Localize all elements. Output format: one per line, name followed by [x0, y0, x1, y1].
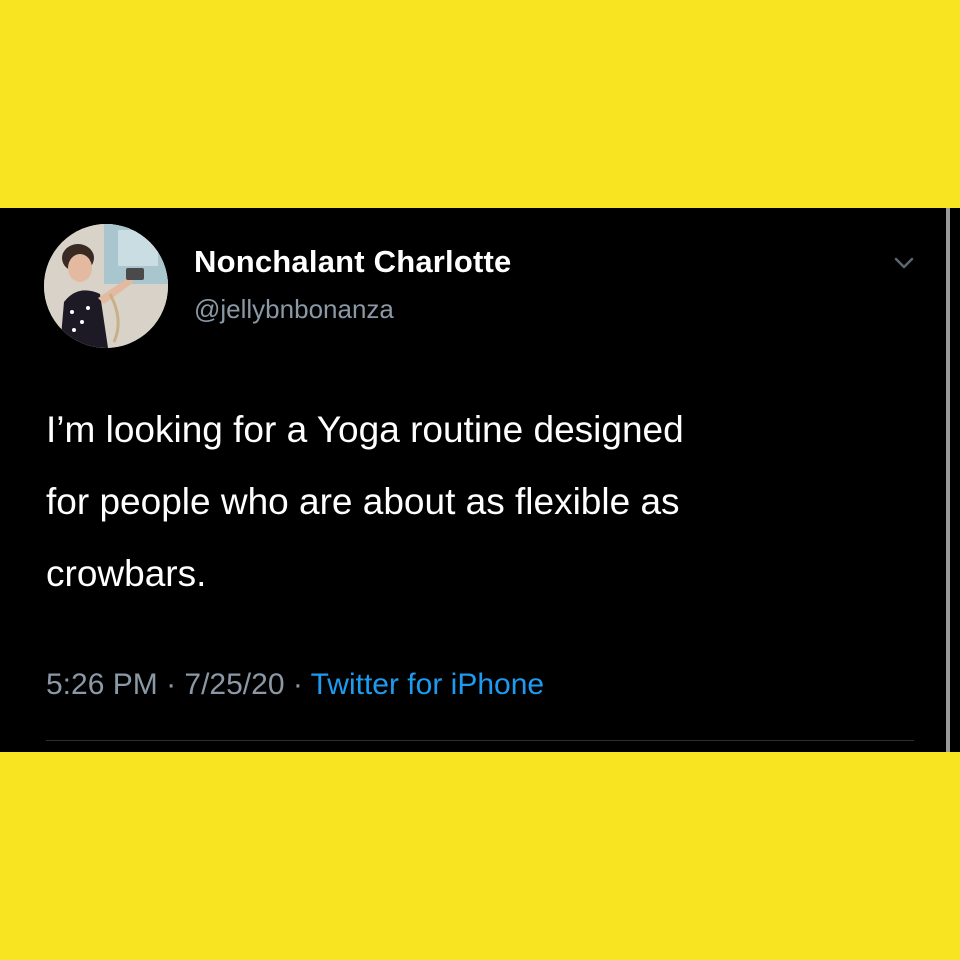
- display-name[interactable]: Nonchalant Charlotte: [194, 244, 511, 280]
- user-handle[interactable]: @jellybnbonanza: [194, 294, 394, 325]
- divider: [46, 740, 914, 741]
- edge-line: [946, 208, 950, 752]
- tweet-text-line: for people who are about as flexible as: [46, 481, 680, 522]
- tweet-text-line: crowbars.: [46, 553, 207, 594]
- tweet-card: Nonchalant Charlotte @jellybnbonanza I’m…: [0, 208, 960, 752]
- profile-avatar[interactable]: [44, 224, 168, 348]
- tweet-text: I’m looking for a Yoga routine designed …: [46, 394, 926, 610]
- tweet-date[interactable]: 7/25/20: [184, 668, 284, 701]
- avatar-image: [44, 224, 168, 348]
- meta-separator: ·: [284, 668, 311, 701]
- chevron-down-icon[interactable]: [886, 248, 922, 278]
- tweet-time[interactable]: 5:26 PM: [46, 668, 158, 701]
- yellow-frame: Nonchalant Charlotte @jellybnbonanza I’m…: [0, 0, 960, 960]
- tweet-source-link[interactable]: Twitter for iPhone: [311, 668, 544, 701]
- tweet-text-line: I’m looking for a Yoga routine designed: [46, 409, 684, 450]
- tweet-metadata: 5:26 PM · 7/25/20 · Twitter for iPhone: [46, 668, 544, 702]
- meta-separator: ·: [157, 668, 185, 701]
